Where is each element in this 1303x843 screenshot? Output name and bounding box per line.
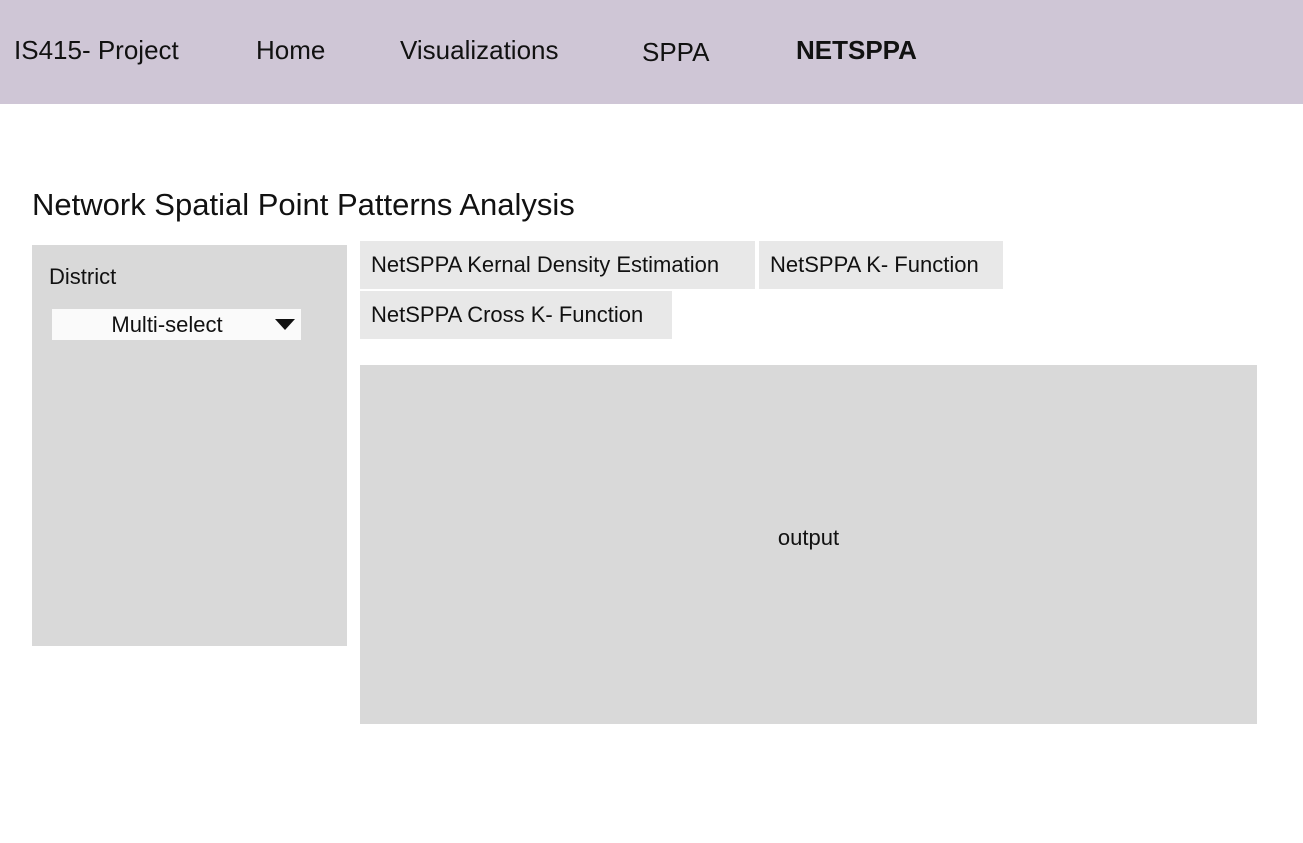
output-placeholder: output: [777, 525, 840, 550]
district-label: District: [49, 264, 117, 289]
nav-item-sppa[interactable]: SPPA: [642, 36, 709, 68]
nav-item-home[interactable]: Home: [256, 34, 325, 66]
tab-k-function[interactable]: NetSPPA K- Function: [759, 241, 1003, 289]
tab-kernel-density-estimation[interactable]: NetSPPA Kernal Density Estimation: [360, 241, 755, 289]
top-navbar: IS415- Project Home Visualizations SPPA …: [0, 0, 1303, 104]
district-multiselect[interactable]: Multi-select: [52, 309, 301, 340]
multiselect-value: Multi-select: [111, 312, 223, 337]
nav-item-netsppa[interactable]: NETSPPA: [796, 34, 917, 66]
nav-item-visualizations[interactable]: Visualizations: [400, 34, 559, 66]
sidebar-panel: District Multi-select: [32, 245, 347, 646]
output-panel: output: [360, 365, 1257, 724]
caret-down-icon: [275, 319, 295, 330]
page-title: Network Spatial Point Patterns Analysis: [32, 187, 575, 222]
brand-link[interactable]: IS415- Project: [14, 34, 179, 66]
tab-cross-k-function[interactable]: NetSPPA Cross K- Function: [360, 291, 672, 339]
